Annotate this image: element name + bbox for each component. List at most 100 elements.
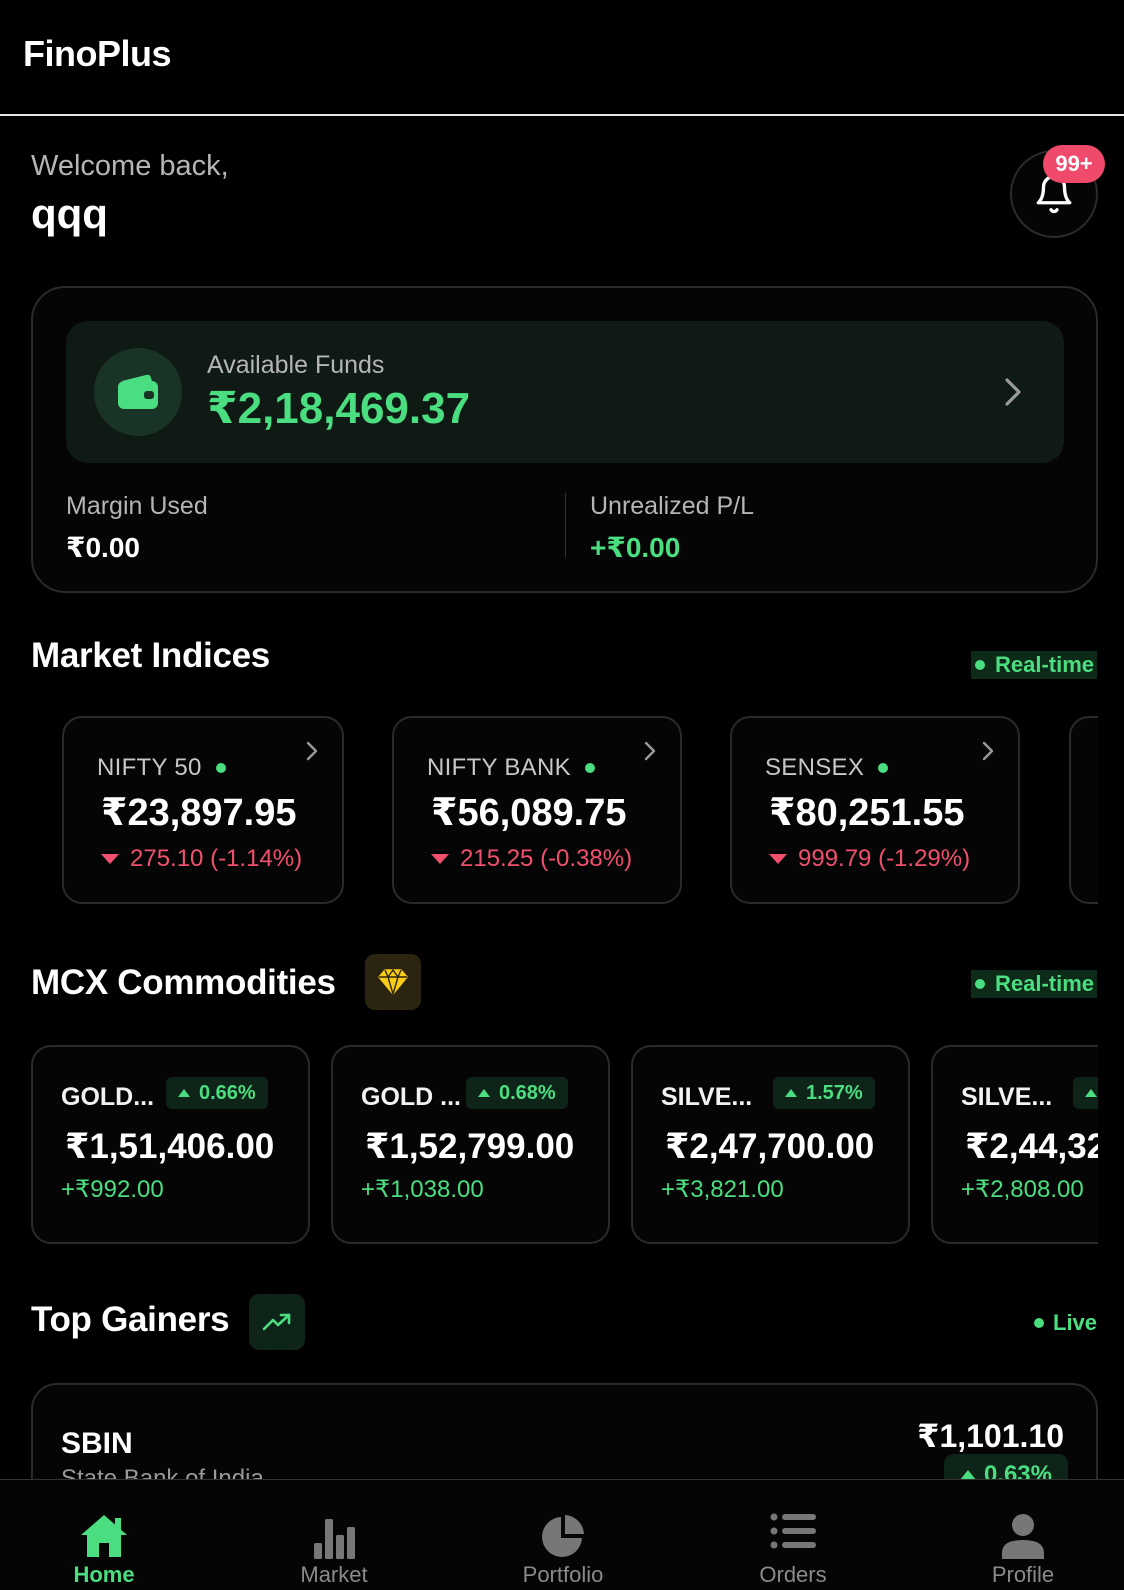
commodity-value: ₹1,52,799.00: [365, 1127, 575, 1166]
realtime-label: Real-time: [995, 652, 1095, 677]
nav-label: Home: [73, 1562, 135, 1587]
index-name: SENSEX: [765, 754, 889, 782]
live-dot: [215, 763, 226, 773]
nav-label: Profile: [991, 1562, 1055, 1587]
home-icon: [81, 1515, 127, 1557]
index-value: ₹56,089.75: [431, 792, 627, 834]
up-triangle-icon: [178, 1089, 190, 1097]
welcome-text: Welcome back,: [31, 150, 229, 182]
unrealized-pl-label: Unrealized P/L: [590, 492, 754, 520]
wallet-icon-circle: [94, 348, 182, 436]
commodity-change: +₹992.00: [61, 1176, 164, 1203]
trending-up-icon-tile: [249, 1294, 305, 1350]
list-icon: [770, 1513, 816, 1549]
username: qqq: [31, 190, 108, 237]
available-funds-label: Available Funds: [207, 351, 385, 379]
commodity-value: ₹2,47,700.00: [665, 1127, 875, 1166]
realtime-label: Real-time: [995, 971, 1095, 996]
down-triangle-icon: [431, 854, 449, 864]
chevron-right-icon: [982, 741, 994, 761]
live-badge: Live: [1034, 1310, 1097, 1336]
index-name: NIFTY 50: [97, 754, 226, 782]
index-card[interactable]: SENSEX ₹80,251.55 999.79 (-1.29%): [730, 716, 1020, 904]
unrealized-pl-value: +₹0.00: [590, 532, 681, 563]
top-bar: FinoPlus: [0, 0, 1124, 116]
commodities-title: MCX Commodities: [31, 963, 336, 1002]
realtime-badge: Real-time: [971, 651, 1098, 679]
divider: [565, 493, 566, 557]
available-funds-panel[interactable]: Available Funds ₹2,18,469.37: [66, 321, 1064, 463]
margin-used-value: ₹0.00: [66, 532, 140, 563]
chevron-right-icon: [306, 741, 318, 761]
commodity-value: ₹2,44,32: [965, 1127, 1098, 1166]
commodity-change: +₹2,808.00: [961, 1176, 1084, 1203]
index-name: NIFTY BANK: [427, 754, 595, 782]
nav-label: Orders: [759, 1562, 827, 1587]
up-triangle-icon: [1085, 1089, 1097, 1097]
index-card[interactable]: NIFTY 50 ₹23,897.95 275.10 (-1.14%): [62, 716, 344, 904]
commodity-pct-badge: 0.68%: [466, 1077, 568, 1109]
index-name-text: NIFTY BANK: [427, 754, 571, 781]
commodity-name: SILVE...: [661, 1083, 753, 1111]
bar-chart-icon: [314, 1519, 355, 1559]
status-dot: [975, 660, 985, 670]
commodity-card[interactable]: GOLD... 0.66% ₹1,51,406.00 +₹992.00: [31, 1045, 310, 1244]
live-dot: [878, 763, 889, 773]
index-name-text: SENSEX: [765, 754, 865, 781]
nav-orders[interactable]: Orders: [713, 1480, 873, 1590]
index-change: 999.79 (-1.29%): [769, 845, 970, 873]
index-card[interactable]: [1069, 716, 1098, 904]
diamond-icon: [378, 969, 408, 995]
index-change-text: 275.10 (-1.14%): [130, 845, 303, 872]
commodity-pct-text: 0.68%: [499, 1081, 556, 1104]
index-change: 275.10 (-1.14%): [101, 845, 302, 873]
app-title: FinoPlus: [23, 33, 172, 74]
commodity-card[interactable]: SILVE... ₹2,44,32 +₹2,808.00: [931, 1045, 1098, 1244]
commodity-name: GOLD...: [61, 1083, 155, 1111]
pie-chart-icon: [542, 1515, 584, 1557]
index-cards-row: NIFTY 50 ₹23,897.95 275.10 (-1.14%) NIFT…: [31, 716, 1098, 906]
commodity-name: GOLD ...: [361, 1083, 461, 1111]
available-funds-value: ₹2,18,469.37: [207, 384, 471, 433]
index-card[interactable]: NIFTY BANK ₹56,089.75 215.25 (-0.38%): [392, 716, 682, 904]
status-dot: [975, 979, 985, 989]
commodity-pct-badge: [1073, 1077, 1098, 1109]
user-icon: [1002, 1514, 1044, 1559]
index-value: ₹80,251.55: [769, 792, 965, 834]
down-triangle-icon: [101, 854, 119, 864]
commodity-pct-text: 0.66%: [199, 1081, 256, 1104]
commodity-change: +₹3,821.00: [661, 1176, 784, 1203]
chevron-right-icon: [1005, 378, 1021, 406]
index-change: 215.25 (-0.38%): [431, 845, 632, 873]
commodity-pct-text: 1.57%: [806, 1081, 863, 1104]
bottom-nav: Home Market Portfolio Orders Profile: [0, 1479, 1124, 1590]
realtime-badge: Real-time: [971, 970, 1098, 998]
diamond-icon-tile: [365, 954, 421, 1010]
gainer-symbol: SBIN: [61, 1427, 133, 1460]
live-label: Live: [1053, 1310, 1098, 1335]
notification-badge: 99+: [1043, 145, 1105, 183]
commodity-card[interactable]: SILVE... 1.57% ₹2,47,700.00 +₹3,821.00: [631, 1045, 910, 1244]
top-gainers-title: Top Gainers: [31, 1300, 230, 1339]
app-root: FinoPlus Welcome back, qqq 99+ Available…: [0, 0, 1124, 1590]
down-triangle-icon: [769, 854, 787, 864]
commodity-card[interactable]: GOLD ... 0.68% ₹1,52,799.00 +₹1,038.00: [331, 1045, 610, 1244]
trending-up-icon: [262, 1313, 291, 1331]
commodity-pct-badge: 1.57%: [773, 1077, 875, 1109]
market-indices-title: Market Indices: [31, 636, 270, 675]
index-change-text: 215.25 (-0.38%): [460, 845, 633, 872]
commodity-value: ₹1,51,406.00: [65, 1127, 275, 1166]
commodity-cards-row: GOLD... 0.66% ₹1,51,406.00 +₹992.00 GOLD…: [31, 1045, 1098, 1245]
wallet-icon: [118, 374, 158, 409]
live-dot: [584, 763, 595, 773]
nav-label: Market: [300, 1562, 368, 1587]
nav-portfolio[interactable]: Portfolio: [483, 1480, 643, 1590]
index-name-text: NIFTY 50: [97, 754, 202, 781]
chevron-right-icon: [644, 741, 656, 761]
nav-home[interactable]: Home: [24, 1480, 184, 1590]
status-dot: [1034, 1318, 1044, 1328]
commodity-pct-badge: 0.66%: [166, 1077, 268, 1109]
nav-market[interactable]: Market: [254, 1480, 414, 1590]
margin-used-label: Margin Used: [66, 492, 208, 520]
nav-profile[interactable]: Profile: [943, 1480, 1103, 1590]
